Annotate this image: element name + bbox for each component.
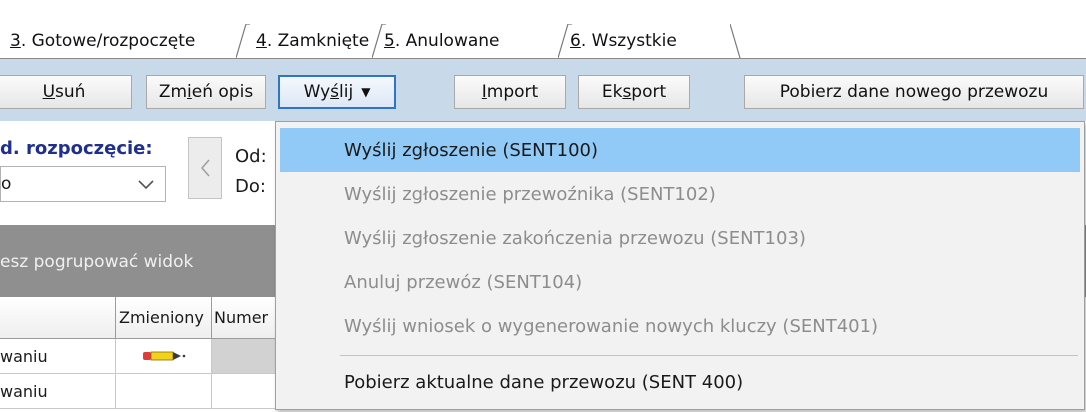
table-cell-status[interactable]: waniu [0,374,116,409]
chevron-left-icon [201,159,210,177]
chevron-down-icon [138,180,154,190]
fetch-new-transport-button[interactable]: Pobierz dane nowego przewozu [744,75,1084,109]
table-cell-changed[interactable] [116,339,212,374]
tab-all[interactable]: 6. Wszystkie [558,24,748,58]
export-button[interactable]: Ek s port [578,75,690,109]
send-dropdown-button[interactable]: Wy ś lij ▼ [278,75,396,109]
tab-closed[interactable]: 4. Zamknięte [244,24,386,58]
previous-period-button[interactable] [188,137,222,199]
start-filter-label: d. rozpoczęcie: [0,138,153,159]
menu-item-send-carrier-sent102[interactable]: Wyślij zgłoszenie przewoźnika (SENT102) [280,172,1080,216]
change-description-button[interactable]: Zm i eń opis [146,75,266,109]
period-combo[interactable]: o [0,166,166,202]
menu-item-fetch-current-sent400[interactable]: Pobierz aktualne dane przewozu (SENT 400… [280,360,1080,404]
tab-strip: 3. Gotowe/rozpoczęte 4. Zamknięte 5. Anu… [0,0,1086,60]
send-dropdown-menu: Wyślij zgłoszenie (SENT100) Wyślij zgłos… [275,121,1085,410]
delete-button[interactable]: Usuń [0,75,132,109]
to-label: Do: [235,176,266,197]
menu-item-cancel-sent104[interactable]: Anuluj przewóz (SENT104) [280,260,1080,304]
menu-item-send-completion-sent103[interactable]: Wyślij zgłoszenie zakończenia przewozu (… [280,216,1080,260]
column-header-status[interactable] [0,297,116,339]
from-label: Od: [235,146,267,167]
column-header-changed[interactable]: Zmieniony [116,297,212,339]
menu-item-new-keys-sent401[interactable]: Wyślij wniosek o wygenerowanie nowych kl… [280,304,1080,348]
toolbar: Usuń Zm i eń opis Wy ś lij ▼ Import Ek s port … [0,59,1086,121]
group-by-hint: esz pogrupować widok [0,252,194,272]
pencil-icon [142,351,185,361]
tab-ready-started[interactable]: 3. Gotowe/rozpoczęte [0,24,250,58]
table-cell-status[interactable]: waniu [0,339,116,374]
table-cell-changed[interactable] [116,374,212,409]
caret-down-icon: ▼ [361,85,371,99]
tab-edge [730,24,741,58]
menu-separator [340,355,1078,356]
menu-item-send-sent100[interactable]: Wyślij zgłoszenie (SENT100) [280,128,1080,172]
tab-cancelled[interactable]: 5. Anulowane [372,24,572,58]
import-button[interactable]: Import [454,75,566,109]
